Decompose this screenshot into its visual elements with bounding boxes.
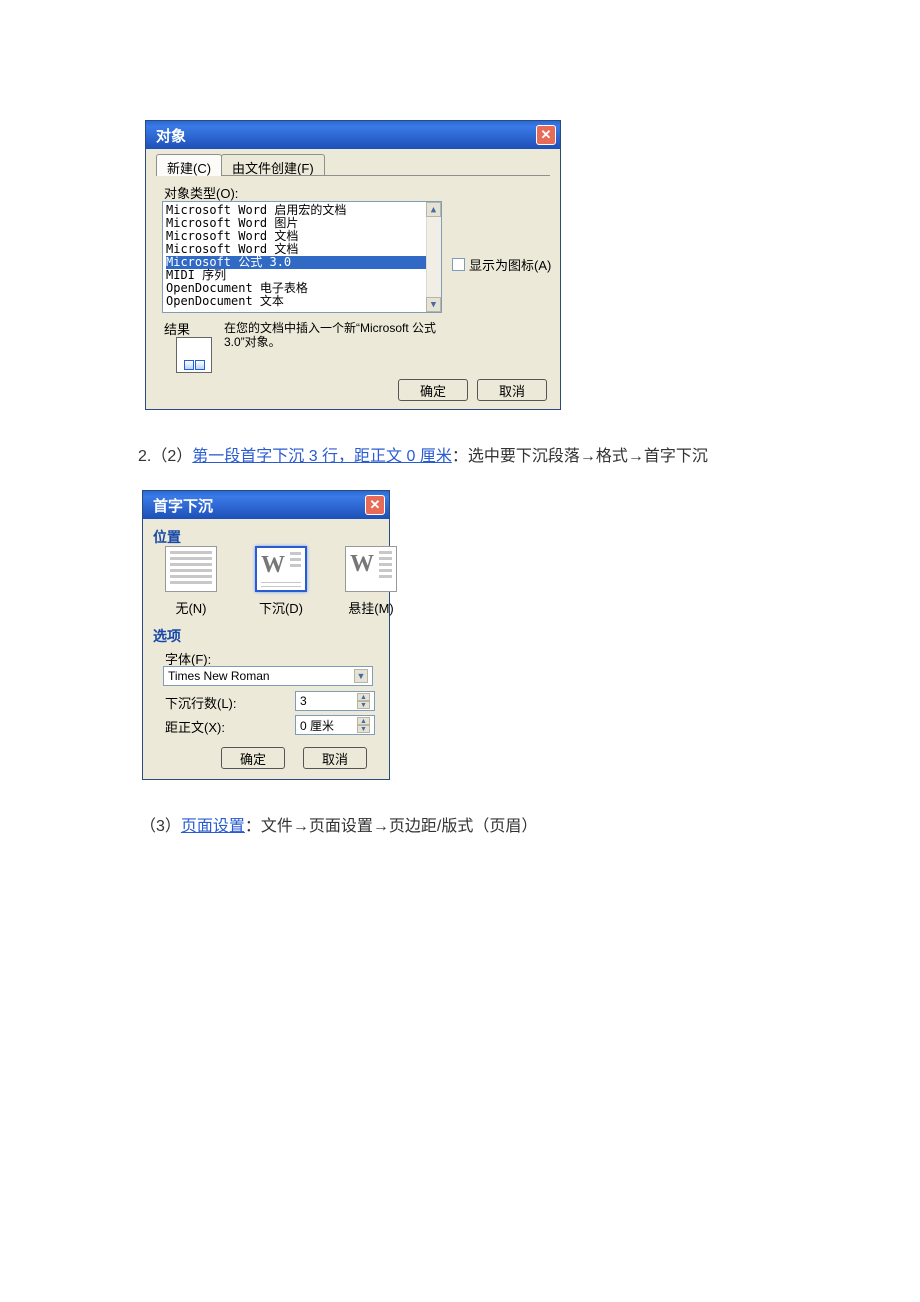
lines-label: 下沉行数(L): [165, 693, 237, 712]
section-options: 选项 [153, 626, 181, 646]
spin-down-icon[interactable]: ▼ [357, 725, 370, 733]
titlebar[interactable]: 首字下沉 ✕ [143, 491, 389, 519]
lines-spinner[interactable]: 3 ▲ ▼ [295, 691, 375, 711]
position-drop-label: 下沉(D) [251, 598, 311, 617]
list-item[interactable]: OpenDocument 文本 [166, 295, 441, 308]
tab-from-file[interactable]: 由文件创建(F) [221, 154, 325, 176]
show-as-icon-checkbox[interactable]: 显示为图标(A) [452, 255, 551, 274]
text-link: 第一段首字下沉 3 行，距正文 0 厘米 [192, 448, 452, 465]
ok-button[interactable]: 确定 [221, 747, 285, 769]
tab-row: 新建(C) 由文件创建(F) [156, 154, 324, 176]
close-icon[interactable]: ✕ [536, 125, 556, 145]
position-none-icon [165, 546, 217, 592]
result-label: 结果 [164, 319, 190, 338]
scroll-up-icon[interactable]: ▲ [426, 202, 441, 217]
text-rest: ：文件→页面设置→页边距/版式（页眉） [245, 818, 537, 835]
position-drop[interactable]: W 下沉(D) [251, 546, 311, 617]
distance-spinner[interactable]: 0 厘米 ▲ ▼ [295, 715, 375, 735]
cancel-button[interactable]: 取消 [477, 379, 547, 401]
list-items: Microsoft Word 启用宏的文档 Microsoft Word 图片 … [163, 202, 441, 308]
checkbox-label: 显示为图标(A) [469, 255, 551, 274]
object-dialog: 对象 ✕ 新建(C) 由文件创建(F) 对象类型(O): Microsoft W… [145, 120, 561, 410]
close-icon[interactable]: ✕ [365, 495, 385, 515]
body-text-1: 2.（2）第一段首字下沉 3 行，距正文 0 厘米：选中要下沉段落→格式→首字下… [138, 442, 708, 466]
tab-create-new[interactable]: 新建(C) [156, 154, 222, 176]
spin-up-icon[interactable]: ▲ [357, 693, 370, 701]
text-prefix: 2.（2） [138, 448, 192, 465]
chevron-down-icon[interactable]: ▼ [354, 669, 368, 683]
result-text: 在您的文档中插入一个新“Microsoft 公式 3.0”对象。 [224, 321, 444, 349]
section-position: 位置 [153, 527, 181, 547]
spin-up-icon[interactable]: ▲ [357, 717, 370, 725]
position-hang-icon: W [345, 546, 397, 592]
text-link: 页面设置 [181, 818, 245, 835]
position-drop-icon: W [255, 546, 307, 592]
position-hang[interactable]: W 悬挂(M) [341, 546, 401, 617]
position-none-label: 无(N) [161, 598, 221, 617]
font-value: Times New Roman [168, 669, 270, 683]
scroll-track[interactable] [426, 217, 441, 297]
cancel-button[interactable]: 取消 [303, 747, 367, 769]
object-type-listbox[interactable]: Microsoft Word 启用宏的文档 Microsoft Word 图片 … [162, 201, 442, 313]
dialog-title: 对象 [156, 125, 186, 146]
titlebar[interactable]: 对象 ✕ [146, 121, 560, 149]
dropcap-dialog: 首字下沉 ✕ 位置 无(N) W 下沉(D) [142, 490, 390, 780]
distance-value: 0 厘米 [300, 717, 334, 734]
position-hang-label: 悬挂(M) [341, 598, 401, 617]
tab-fromfile-label: 由文件创建(F) [232, 161, 314, 176]
font-combobox[interactable]: Times New Roman ▼ [163, 666, 373, 686]
tab-create-label: 新建(C) [167, 161, 211, 176]
position-choices: 无(N) W 下沉(D) W [161, 546, 401, 617]
ok-button[interactable]: 确定 [398, 379, 468, 401]
spin-down-icon[interactable]: ▼ [357, 701, 370, 709]
position-none[interactable]: 无(N) [161, 546, 221, 617]
result-icon [176, 337, 212, 373]
dialog-title: 首字下沉 [153, 495, 213, 516]
scroll-down-icon[interactable]: ▼ [426, 297, 441, 312]
checkbox-icon[interactable] [452, 258, 465, 271]
lines-value: 3 [300, 694, 307, 708]
object-type-label: 对象类型(O): [164, 183, 238, 202]
text-prefix: （3） [140, 818, 181, 835]
distance-label: 距正文(X): [165, 717, 225, 736]
body-text-2: （3）页面设置：文件→页面设置→页边距/版式（页眉） [140, 812, 537, 836]
text-rest: ：选中要下沉段落→格式→首字下沉 [452, 448, 708, 465]
